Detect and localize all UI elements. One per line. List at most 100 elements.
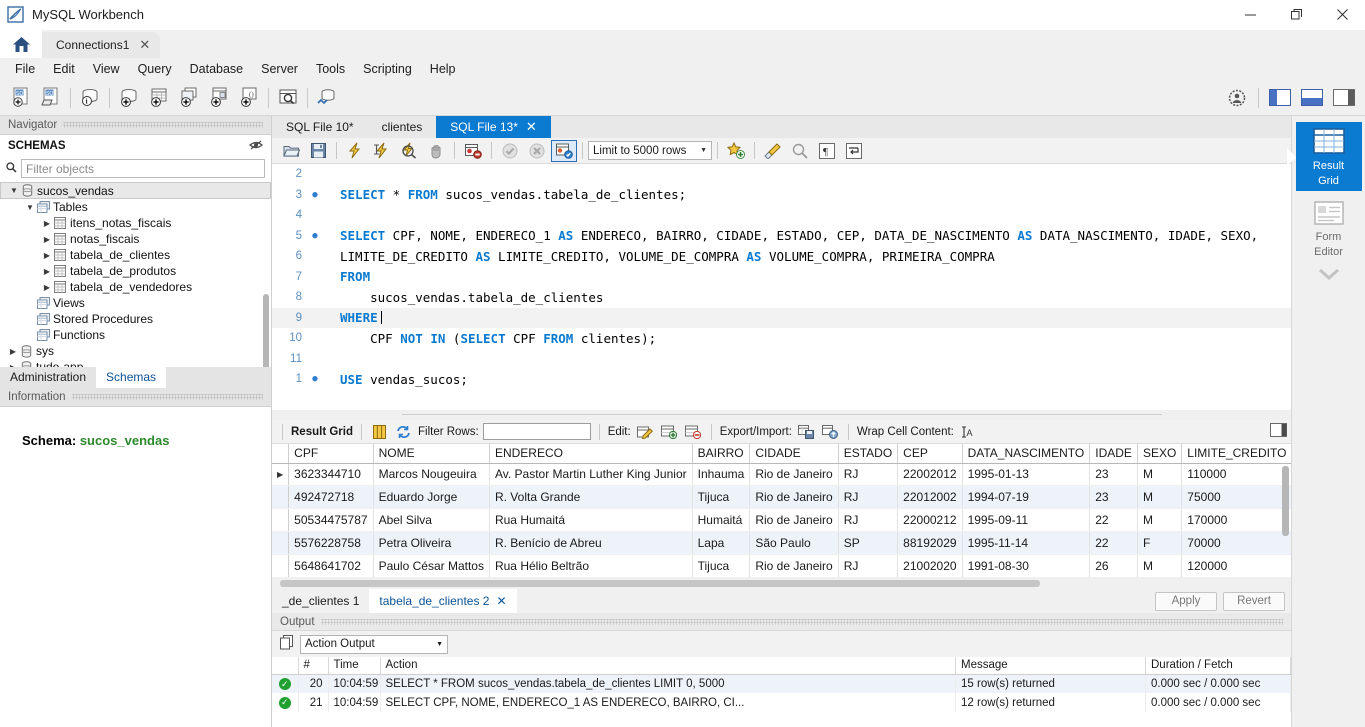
tree-node-views[interactable]: ▶Views (0, 295, 271, 311)
expand-arrow-closed-icon[interactable]: ▶ (40, 251, 54, 260)
menu-item-server[interactable]: Server (252, 60, 307, 78)
toggle-grid-panel-icon[interactable] (1270, 423, 1291, 440)
grid-cell[interactable]: 22 (1089, 531, 1138, 556)
grid-cell[interactable]: 22 (1089, 508, 1138, 533)
grid-cell[interactable]: 1991-08-30 (962, 554, 1091, 578)
table-row[interactable]: ▶ 3623344710 Marcos Nougeuira Av. Pastor Ma… (272, 463, 1291, 487)
grid-cell[interactable]: Tijuca (692, 485, 751, 510)
code-line[interactable]: 4 (272, 205, 1291, 226)
revert-button[interactable]: Revert (1223, 591, 1285, 611)
search-table-data-icon[interactable] (273, 83, 303, 113)
column-header-limite_credito[interactable]: LIMITE_CREDITO (1181, 444, 1291, 464)
grid-cell[interactable]: RJ (838, 554, 899, 578)
result-tab-1[interactable]: _de_clientes 1 (272, 589, 369, 613)
output-column-header-message[interactable]: Message (955, 657, 1146, 675)
refresh-grid-icon[interactable] (394, 423, 414, 441)
column-header-idade[interactable]: IDADE (1089, 444, 1138, 464)
code-line[interactable]: 10 CPF NOT IN (SELECT CPF FROM clientes)… (272, 328, 1291, 349)
column-header-cpf[interactable]: CPF (288, 444, 374, 464)
execute-statement-icon[interactable] (342, 140, 368, 162)
column-header-nome[interactable]: NOME (373, 444, 490, 464)
grid-cell[interactable]: Rio de Janeiro (749, 485, 839, 510)
grid-cell[interactable]: RJ (838, 463, 899, 487)
rollback-icon[interactable] (524, 140, 550, 162)
column-header-cidade[interactable]: CIDADE (749, 444, 839, 464)
menu-item-help[interactable]: Help (421, 60, 465, 78)
column-header-cep[interactable]: CEP (897, 444, 963, 464)
tree-node-sys[interactable]: ▶ sys (0, 343, 271, 359)
grid-cell[interactable]: SP (838, 531, 899, 556)
grid-cell[interactable]: Rua Humaitá (489, 508, 693, 533)
grid-cell[interactable]: 23 (1089, 463, 1138, 487)
grid-cell[interactable]: São Paulo (749, 531, 839, 556)
toggle-stop-on-error-icon[interactable] (460, 140, 486, 162)
expand-arrow-open-icon[interactable]: ▼ (23, 203, 37, 212)
create-schema-icon[interactable] (114, 83, 144, 113)
tree-scrollbar[interactable] (263, 294, 269, 367)
expand-arrow-closed-icon[interactable]: ▶ (6, 363, 20, 367)
close-button[interactable] (1319, 0, 1365, 30)
grid-cell[interactable]: Lapa (692, 531, 751, 556)
grid-cell[interactable]: 110000 (1181, 463, 1291, 487)
find-icon[interactable] (787, 140, 813, 162)
grid-cell[interactable]: 1994-07-19 (962, 485, 1091, 510)
toggle-output-icon[interactable] (1297, 83, 1327, 113)
open-file-icon[interactable] (278, 140, 304, 162)
column-header-sexo[interactable]: SEXO (1137, 444, 1183, 464)
apply-button[interactable]: Apply (1155, 591, 1217, 611)
grid-cell[interactable]: Marcos Nougeuira (373, 463, 490, 487)
grid-cell[interactable]: 26 (1089, 554, 1138, 578)
grid-cell[interactable]: M (1137, 508, 1183, 533)
new-sql-tab-icon[interactable]: SQL (6, 83, 36, 113)
output-column-header-duration-fetch[interactable]: Duration / Fetch (1145, 657, 1291, 675)
create-procedure-icon[interactable] (204, 83, 234, 113)
sql-tab-file10[interactable]: SQL File 10* (272, 116, 368, 138)
menu-item-scripting[interactable]: Scripting (354, 60, 421, 78)
grid-cell[interactable]: 22002012 (897, 463, 963, 487)
sidebar-expand-chevron-icon[interactable] (1292, 267, 1365, 283)
grid-cell[interactable]: 3623344710 (288, 463, 374, 487)
grid-cell[interactable]: 88192029 (897, 531, 963, 556)
save-snippet-icon[interactable] (723, 140, 749, 162)
output-copy-icon[interactable] (280, 635, 294, 653)
statement-marker-icon[interactable]: ● (308, 374, 322, 384)
grid-cell[interactable]: Petra Oliveira (373, 531, 490, 556)
menu-item-query[interactable]: Query (129, 60, 181, 78)
grid-cell[interactable]: Av. Pastor Martin Luther King Junior (489, 463, 693, 487)
menu-item-file[interactable]: File (6, 60, 44, 78)
grid-cell[interactable]: 23 (1089, 485, 1138, 510)
grid-vertical-scrollbar[interactable] (1282, 466, 1289, 536)
user-account-icon[interactable] (1222, 83, 1252, 113)
explain-statement-icon[interactable] (396, 140, 422, 162)
grid-cell[interactable]: Rio de Janeiro (749, 554, 839, 578)
grid-cell[interactable]: Rio de Janeiro (749, 508, 839, 533)
grid-cell[interactable]: Tijuca (692, 554, 751, 578)
toggle-secondary-sidebar-icon[interactable] (1329, 83, 1359, 113)
sql-code-editor[interactable]: 2 3 ● SELECT * FROM sucos_vendas.tabela_de_… (272, 164, 1291, 410)
edit-row-icon[interactable] (635, 423, 655, 441)
code-line[interactable]: 2 (272, 164, 1291, 185)
editor-results-splitter[interactable] (272, 410, 1291, 420)
chevron-down-icon[interactable]: ▼ (692, 147, 707, 154)
create-view-icon[interactable] (174, 83, 204, 113)
toggle-word-wrap-icon[interactable] (841, 140, 867, 162)
save-file-icon[interactable] (305, 140, 331, 162)
grid-cell[interactable]: 1995-09-11 (962, 508, 1091, 533)
expand-arrow-closed-icon[interactable]: ▶ (40, 267, 54, 276)
tree-node-notas-fiscais[interactable]: ▶ notas_fiscais (0, 231, 271, 247)
grid-cell[interactable]: R. Benício de Abreu (489, 531, 693, 556)
grid-view-icon[interactable] (370, 423, 390, 441)
action-output-table[interactable]: # Time Action Message Duration / Fetch ✓ 20 10:… (272, 657, 1291, 712)
minimize-button[interactable] (1227, 0, 1273, 30)
connection-info-icon[interactable]: i (75, 83, 105, 113)
import-recordset-icon[interactable] (820, 423, 840, 441)
grid-cell[interactable]: 5648641702 (288, 554, 374, 578)
result-grid-table[interactable]: CPF NOME ENDERECO BAIRRO CIDADE ESTADO CEP DATA… (272, 444, 1291, 578)
grid-cell[interactable]: 21002020 (897, 554, 963, 578)
tree-node-tudo-app[interactable]: ▶ tudo-app (0, 359, 271, 367)
code-line[interactable]: 11 (272, 349, 1291, 370)
expand-arrow-closed-icon[interactable]: ▶ (40, 219, 54, 228)
toggle-sidebar-icon[interactable] (1265, 83, 1295, 113)
sidebar-item-form-editor[interactable]: Form Editor (1296, 195, 1362, 262)
tree-node-tables[interactable]: ▼ Tables (0, 199, 271, 215)
